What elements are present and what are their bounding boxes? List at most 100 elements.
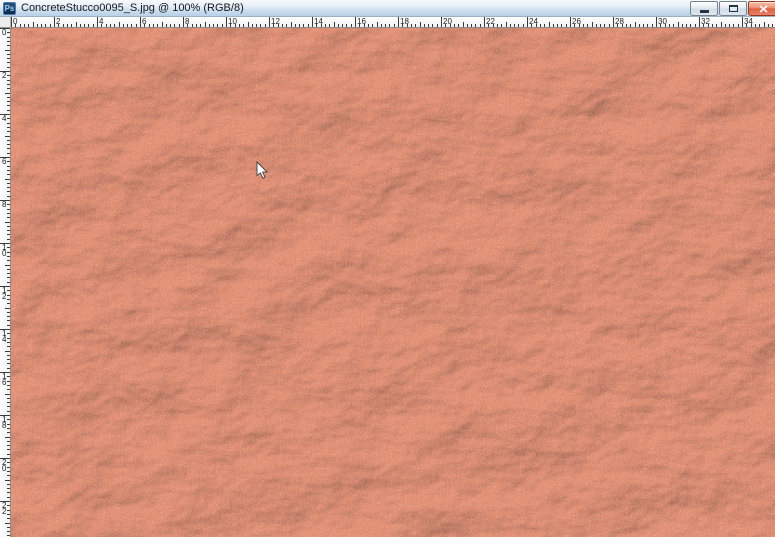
ruler-tick <box>703 24 704 27</box>
canvas-area[interactable] <box>11 28 775 537</box>
ruler-tick <box>656 17 657 27</box>
ruler-tick <box>7 432 10 433</box>
ruler-tick <box>84 24 85 27</box>
ruler-tick <box>574 24 575 27</box>
ruler-tick <box>7 170 10 171</box>
ruler-tick <box>544 24 545 27</box>
ruler-tick <box>553 24 554 27</box>
ruler-tick <box>372 24 373 27</box>
ruler-tick <box>7 471 10 472</box>
ruler-tick <box>63 24 64 27</box>
ruler-tick <box>110 24 111 27</box>
canvas-texture[interactable] <box>11 28 775 537</box>
ruler-tick <box>652 24 653 27</box>
ruler-tick <box>7 518 10 519</box>
ruler-tick <box>7 492 10 493</box>
ruler-tick <box>389 24 390 27</box>
ruler-tick <box>5 394 10 395</box>
ruler-tick <box>385 24 386 27</box>
ruler-tick <box>140 17 141 27</box>
ruler-tick <box>41 24 42 27</box>
ruler-tick <box>196 24 197 27</box>
ruler-tick <box>518 24 519 27</box>
ruler-tick <box>346 24 347 27</box>
ruler-tick <box>463 22 464 27</box>
ruler-tick <box>604 24 605 27</box>
ruler-tick <box>7 312 10 313</box>
ruler-tick <box>256 24 257 27</box>
titlebar[interactable]: Ps ConcreteStucco0095_S.jpg @ 100% (RGB/… <box>0 0 775 17</box>
ruler-tick <box>540 24 541 27</box>
ruler-tick <box>471 24 472 27</box>
ruler-tick <box>243 24 244 27</box>
vertical-ruler[interactable]: 0246810121416182022 <box>0 28 11 537</box>
ruler-tick <box>712 24 713 27</box>
ruler-tick <box>7 406 10 407</box>
ruler-tick <box>93 24 94 27</box>
ruler-tick <box>7 441 10 442</box>
ruler-tick <box>635 22 636 27</box>
ruler-tick <box>643 24 644 27</box>
ruler-tick <box>7 256 10 257</box>
ruler-tick <box>570 17 571 27</box>
ruler-tick <box>536 24 537 27</box>
ruler-tick <box>166 24 167 27</box>
ruler-tick <box>609 24 610 27</box>
ruler-tick <box>738 24 739 27</box>
ruler-tick <box>488 24 489 27</box>
ruler-tick <box>7 37 10 38</box>
ruler-label: 14 <box>2 331 6 343</box>
ruler-tick <box>303 24 304 27</box>
ruler-label: 22 <box>2 503 6 515</box>
ruler-tick <box>149 24 150 27</box>
ruler-tick <box>7 105 10 106</box>
ruler-tick <box>7 123 10 124</box>
ruler-tick <box>7 234 10 235</box>
ruler-tick <box>235 24 236 27</box>
ruler-tick <box>33 22 34 27</box>
ruler-tick <box>239 24 240 27</box>
ruler-label: 18 <box>2 417 6 429</box>
ruler-tick <box>28 24 29 27</box>
ruler-tick <box>7 355 10 356</box>
ruler-tick <box>7 338 10 339</box>
ruler-tick <box>7 140 10 141</box>
ruler-tick <box>5 437 10 438</box>
ruler-tick <box>587 24 588 27</box>
ruler-tick <box>7 41 10 42</box>
ruler-label: 20 <box>2 460 6 472</box>
ruler-tick <box>67 24 68 27</box>
ruler-tick <box>20 24 21 27</box>
minimize-button[interactable] <box>690 1 718 16</box>
ruler-tick <box>7 424 10 425</box>
ruler-label: 12 <box>2 288 6 300</box>
ruler-origin-corner[interactable] <box>0 17 11 28</box>
ruler-tick <box>7 58 10 59</box>
ruler-tick <box>665 24 666 27</box>
ruler-tick <box>7 488 10 489</box>
ruler-tick <box>136 24 137 27</box>
ruler-tick <box>7 282 10 283</box>
ruler-tick <box>5 523 10 524</box>
restore-button[interactable] <box>719 1 747 16</box>
ruler-tick <box>497 24 498 27</box>
ruler-tick <box>187 24 188 27</box>
ruler-tick <box>37 24 38 27</box>
ruler-tick <box>7 531 10 532</box>
ruler-tick <box>5 265 10 266</box>
ruler-tick <box>407 24 408 27</box>
photoshop-document-icon[interactable]: Ps <box>3 2 16 15</box>
close-button[interactable] <box>748 1 775 16</box>
restore-icon <box>729 5 738 12</box>
ruler-tick <box>7 368 10 369</box>
ruler-tick <box>7 226 10 227</box>
ruler-tick <box>7 97 10 98</box>
ruler-tick <box>7 303 10 304</box>
ruler-tick <box>131 24 132 27</box>
ruler-tick <box>209 24 210 27</box>
ruler-tick <box>7 333 10 334</box>
ruler-tick <box>592 22 593 27</box>
horizontal-ruler[interactable]: 0246810121416182022242628303234 <box>11 17 775 28</box>
ruler-tick <box>7 428 10 429</box>
ruler-tick <box>583 24 584 27</box>
